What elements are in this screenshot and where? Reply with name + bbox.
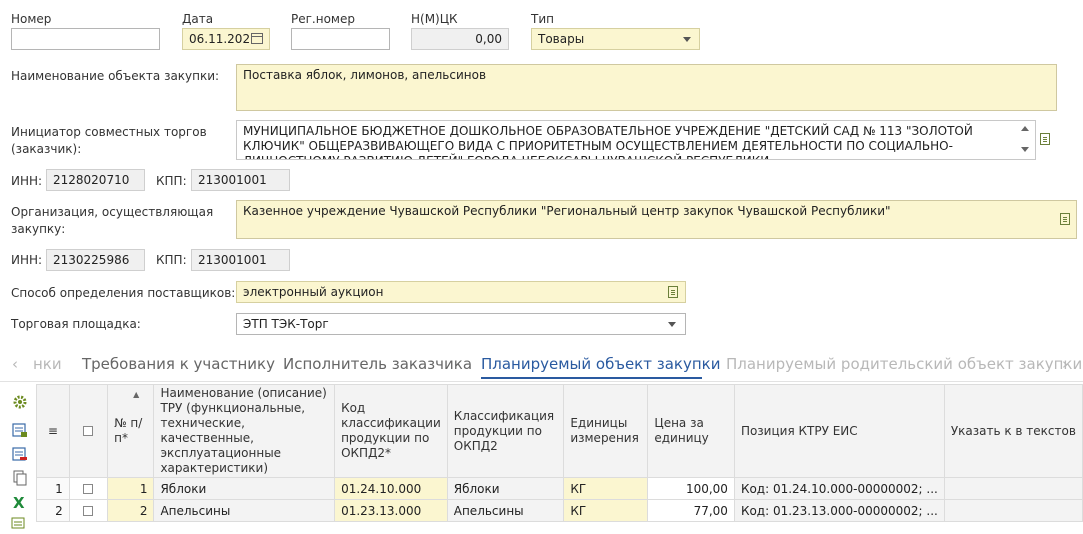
text-column-header[interactable]: Указать к в текстов <box>943 384 1083 478</box>
tab-requirements[interactable]: Требования к участнику <box>82 354 275 374</box>
regnomer-label: Рег.номер <box>291 12 355 26</box>
row-index: 2 <box>36 499 70 522</box>
okpd-class-column-header[interactable]: Классификация продукции по ОКПД2 <box>446 384 565 478</box>
hamburger-icon[interactable]: ≡ <box>48 424 58 438</box>
org-textarea[interactable]: Казенное учреждение Чувашской Республики… <box>236 200 1077 239</box>
row-checkbox-cell[interactable] <box>68 499 109 522</box>
planned-object-table: ≡ ▲ № п/п* Наименование (описание) ТРУ (… <box>36 384 1083 522</box>
select-all-checkbox[interactable] <box>83 426 94 436</box>
row-checkbox[interactable] <box>83 506 94 516</box>
method-label: Способ определения поставщиков: <box>11 286 236 300</box>
row-price[interactable]: 100,00 <box>647 477 735 500</box>
tab-customer-executor[interactable]: Исполнитель заказчика <box>283 354 472 374</box>
table-row[interactable]: 1 1 Яблоки 01.24.10.000 Яблоки КГ 100,00… <box>36 477 1083 500</box>
row-units[interactable]: КГ <box>563 499 649 522</box>
initiator-inn-label: ИНН: <box>11 174 43 188</box>
nomer-label: Номер <box>11 12 52 26</box>
row-checkbox[interactable] <box>83 484 94 494</box>
type-label: Тип <box>531 12 554 26</box>
active-tab-underline <box>481 377 702 379</box>
row-text[interactable] <box>943 477 1083 500</box>
calendar-icon[interactable] <box>251 33 263 44</box>
org-label: Организация, осуществляющая закупку: <box>11 205 214 236</box>
row-ktru[interactable]: Код: 01.24.10.000-00000002; ... <box>733 477 945 500</box>
delete-row-icon[interactable] <box>11 446 29 462</box>
table-row[interactable]: 2 2 Апельсины 01.23.13.000 Апельсины КГ … <box>36 499 1083 522</box>
scroll-up-icon[interactable] <box>1021 126 1029 131</box>
org-kpp-field: 213001001 <box>191 249 290 271</box>
row-okpd-code[interactable]: 01.24.10.000 <box>334 477 448 500</box>
reference-icon[interactable] <box>1040 133 1050 145</box>
row-name[interactable]: Яблоки <box>153 477 336 500</box>
price-column-header[interactable]: Цена за единицу <box>647 384 735 478</box>
import-icon[interactable] <box>11 515 29 531</box>
num-column-label: № п/п* <box>114 416 143 445</box>
select-all-header[interactable] <box>68 384 109 478</box>
initiator-textarea[interactable]: МУНИЦИПАЛЬНОЕ БЮДЖЕТНОЕ ДОШКОЛЬНОЕ ОБРАЗ… <box>236 120 1036 160</box>
okpd-code-column-header[interactable]: Код классификации продукции по ОКПД2* <box>334 384 448 478</box>
row-name[interactable]: Апельсины <box>153 499 336 522</box>
nmck-label: Н(М)ЦК <box>411 12 458 26</box>
row-num[interactable]: 2 <box>107 499 155 522</box>
object-label: Наименование объекта закупки: <box>11 69 220 83</box>
row-num[interactable]: 1 <box>107 477 155 500</box>
method-field[interactable]: электронный аукцион <box>236 281 686 303</box>
initiator-kpp-label: КПП: <box>156 174 187 188</box>
row-okpd-class: Апельсины <box>446 499 565 522</box>
method-value: электронный аукцион <box>243 285 384 299</box>
platform-select[interactable]: ЭТП ТЭК-Торг <box>236 313 686 335</box>
tab-planned-object[interactable]: Планируемый объект закупки <box>481 354 720 374</box>
tabs-prev-icon[interactable]: ‹ <box>12 354 18 374</box>
units-column-header[interactable]: Единицы измерения <box>563 384 649 478</box>
menu-column-header[interactable]: ≡ <box>36 384 70 478</box>
sort-asc-icon[interactable]: ▲ <box>133 387 139 402</box>
table-header-row: ≡ ▲ № п/п* Наименование (описание) ТРУ (… <box>36 384 1083 478</box>
row-units[interactable]: КГ <box>563 477 649 500</box>
row-okpd-code[interactable]: 01.23.13.000 <box>334 499 448 522</box>
excel-icon[interactable]: X <box>11 494 29 512</box>
name-column-header[interactable]: Наименование (описание) ТРУ (функциональ… <box>153 384 336 478</box>
platform-value: ЭТП ТЭК-Торг <box>243 317 329 331</box>
svg-text:X: X <box>13 494 25 510</box>
org-reference-icon[interactable] <box>1060 213 1070 225</box>
initiator-label: Инициатор совместных торгов (заказчик): <box>11 125 207 156</box>
date-value: 06.11.202 <box>189 32 251 46</box>
initiator-inn-field: 2128020710 <box>46 169 145 191</box>
regnomer-input[interactable] <box>291 28 390 50</box>
scroll-down-icon[interactable] <box>1021 147 1029 152</box>
date-label: Дата <box>182 12 214 26</box>
type-value: Товары <box>538 32 585 46</box>
add-row-icon[interactable] <box>11 422 29 438</box>
row-checkbox-cell[interactable] <box>68 477 109 500</box>
nomer-input[interactable] <box>11 28 160 50</box>
row-ktru[interactable]: Код: 01.23.13.000-00000002; ... <box>733 499 945 522</box>
type-select[interactable]: Товары <box>531 28 700 50</box>
ktru-column-header[interactable]: Позиция КТРУ ЕИС <box>733 384 945 478</box>
nmck-input: 0,00 <box>411 28 509 50</box>
tabs-next-icon[interactable]: › <box>1062 354 1068 374</box>
copy-icon[interactable] <box>11 470 29 486</box>
tab-parent-object[interactable]: Планируемый родительский объект закупки <box>726 354 1082 374</box>
object-textarea[interactable]: Поставка яблок, лимонов, апельсинов <box>236 64 1057 111</box>
row-text[interactable] <box>943 499 1083 522</box>
org-inn-label: ИНН: <box>11 253 43 267</box>
chevron-down-icon[interactable] <box>683 37 691 42</box>
row-index: 1 <box>36 477 70 500</box>
org-kpp-label: КПП: <box>156 253 187 267</box>
num-column-header[interactable]: ▲ № п/п* <box>107 384 155 478</box>
row-okpd-class: Яблоки <box>446 477 565 500</box>
initiator-kpp-field: 213001001 <box>191 169 290 191</box>
platform-chevron-down-icon[interactable] <box>668 322 676 327</box>
row-price[interactable]: 77,00 <box>647 499 735 522</box>
settings-gear-icon[interactable] <box>11 394 29 410</box>
platform-label: Торговая площадка: <box>11 317 141 331</box>
org-inn-field: 2130225986 <box>46 249 145 271</box>
method-reference-icon[interactable] <box>668 286 678 298</box>
tabs-divider <box>0 381 1083 382</box>
tab-prev-partial[interactable]: нки <box>33 354 62 374</box>
